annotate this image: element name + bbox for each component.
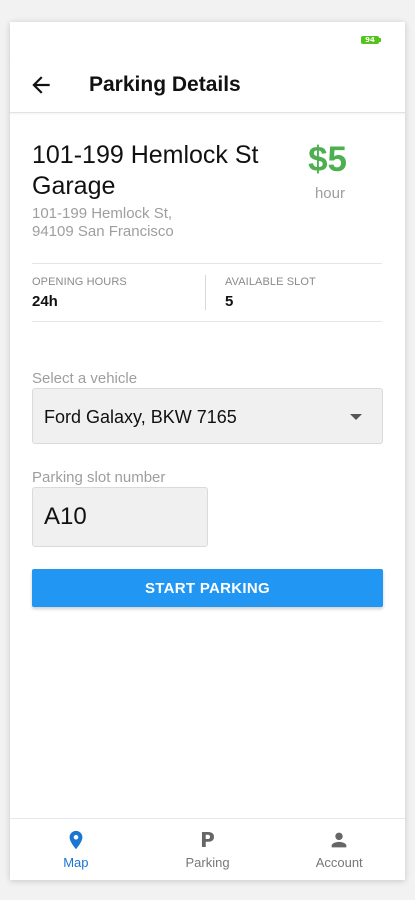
bottom-nav: Map P Parking Account <box>10 818 405 880</box>
divider-top <box>32 263 382 264</box>
parking-icon: P <box>200 828 215 852</box>
address-line-1: 101-199 Hemlock St, <box>32 205 173 222</box>
nav-label-parking: Parking <box>185 855 230 870</box>
parking-name: 101-199 Hemlock St Garage <box>32 141 259 200</box>
dropdown-arrow-icon <box>350 414 362 420</box>
divider-bottom <box>32 321 382 322</box>
arrow-left-icon[interactable] <box>28 72 54 98</box>
nav-item-account[interactable]: Account <box>273 819 405 880</box>
opening-hours-value: 24h <box>32 293 58 310</box>
nav-item-parking[interactable]: P Parking <box>142 819 274 880</box>
available-slot: AVAILABLE SLOT 5 <box>225 276 316 310</box>
nav-label-map: Map <box>63 855 89 870</box>
battery-icon: 94 <box>361 36 381 44</box>
page-title: Parking Details <box>89 73 241 96</box>
opening-hours-label: OPENING HOURS <box>32 276 127 288</box>
price-unit: hour <box>314 185 345 202</box>
available-slot-value: 5 <box>225 293 234 310</box>
vehicle-select[interactable]: Ford Galaxy, BKW 7165 <box>32 388 383 444</box>
nav-label-account: Account <box>315 855 363 870</box>
app-screen: 94 Parking Details 101-199 Hemlock St Ga… <box>10 22 405 880</box>
slot-label: Parking slot number <box>32 469 166 486</box>
vehicle-selected-value: Ford Galaxy, BKW 7165 <box>44 407 237 427</box>
address-line-2: 94109 San Francisco <box>32 223 174 240</box>
price-value: $5 <box>308 140 347 179</box>
start-parking-button[interactable]: START PARKING <box>32 569 383 607</box>
parking-address: 101-199 Hemlock St, 94109 San Francisco <box>32 205 262 241</box>
app-bar: Parking Details <box>10 58 405 113</box>
vehicle-label: Select a vehicle <box>32 370 138 387</box>
slot-number-input[interactable] <box>32 487 208 547</box>
person-icon <box>331 832 347 848</box>
nav-item-map[interactable]: Map <box>10 819 142 880</box>
status-bar: 94 <box>10 22 405 58</box>
available-slot-label: AVAILABLE SLOT <box>225 276 316 288</box>
opening-hours: OPENING HOURS 24h <box>32 276 127 310</box>
location-pin-icon <box>69 830 83 850</box>
info-separator <box>205 275 206 310</box>
